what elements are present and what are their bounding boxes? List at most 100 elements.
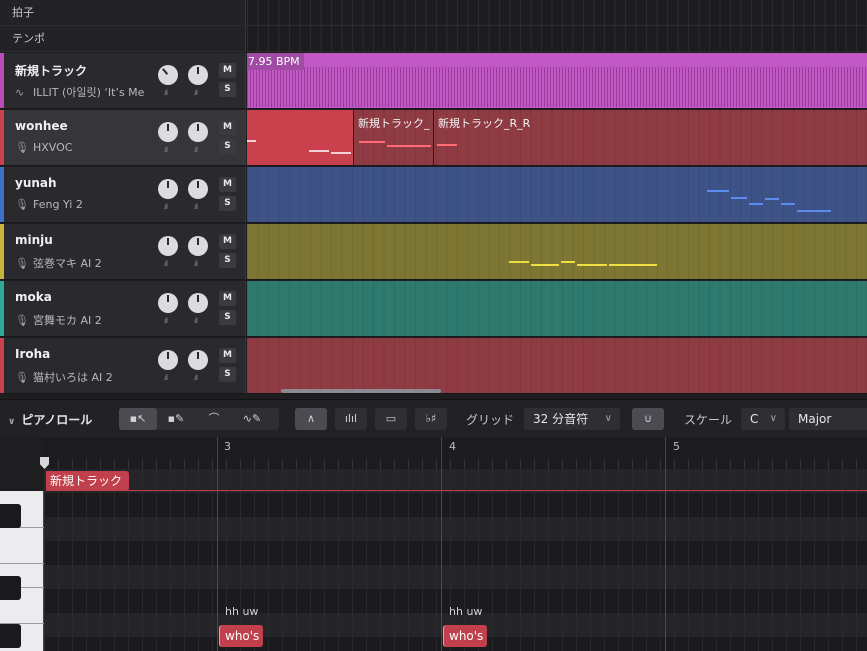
lyric-note[interactable]: who's <box>219 625 263 647</box>
note <box>749 203 763 205</box>
track-name[interactable]: 新規トラック <box>15 62 87 79</box>
bpm-label: 7.95 BPM <box>247 53 304 70</box>
note <box>531 264 559 266</box>
pan-knob[interactable] <box>188 236 208 256</box>
chevron-down-icon[interactable]: ∨ <box>8 417 15 427</box>
solo-button[interactable]: S <box>219 196 236 211</box>
lane-yunah[interactable] <box>247 167 867 223</box>
pencil-tool-icon[interactable]: ▪✎ <box>157 408 195 430</box>
track-header-3[interactable]: minju 🎙︎ 弦巻マキ AI 2 .ıll .ıll M S <box>0 224 246 280</box>
mute-button[interactable]: M <box>219 120 236 135</box>
chevron-down-icon: ∨ <box>604 413 612 424</box>
lane-minju[interactable] <box>247 224 867 280</box>
scale-key-select[interactable]: C ∨ <box>741 408 785 430</box>
note <box>609 264 657 266</box>
black-key[interactable] <box>0 576 21 600</box>
bar-line <box>665 469 666 651</box>
bar-number: 3 <box>224 440 231 453</box>
clip-selected[interactable] <box>247 110 353 165</box>
pitch-curve-icon[interactable]: ∧ <box>295 408 327 430</box>
grid-select[interactable]: 32 分音符 ∨ <box>524 408 620 430</box>
volume-knob[interactable] <box>158 236 178 256</box>
timeline-ruler[interactable]: 3 4 5 <box>44 437 867 469</box>
track-name[interactable]: minju <box>15 233 53 247</box>
note <box>437 144 457 146</box>
piano-roll-title[interactable]: ∨ ピアノロール <box>8 411 92 428</box>
horizontal-scrollbar[interactable] <box>281 389 441 393</box>
lane-wonhee[interactable]: 新規トラック_ 新規トラック_R_R <box>247 110 867 166</box>
volume-knob[interactable] <box>158 65 178 85</box>
beat-grid[interactable] <box>247 0 867 25</box>
accidental-icon[interactable]: ♭♯ <box>415 408 447 430</box>
black-key[interactable] <box>0 504 21 528</box>
mute-button[interactable]: M <box>219 348 236 363</box>
lane-moka[interactable] <box>247 281 867 337</box>
mute-button[interactable]: M <box>219 63 236 78</box>
track-header-4[interactable]: moka 🎙︎ 宮舞モカ AI 2 .ıll .ıll M S <box>0 281 246 337</box>
solo-button[interactable]: S <box>219 310 236 325</box>
bar-number: 5 <box>673 440 680 453</box>
chevron-down-icon: ∨ <box>769 413 777 424</box>
select-tool-icon[interactable]: ▪↖ <box>119 408 157 430</box>
volume-knob[interactable] <box>158 293 178 313</box>
piano-roll-title-text: ピアノロール <box>21 413 93 427</box>
track-header-0[interactable]: 新規トラック ∿ ILLIT (아일릿) ‘It’s Me .ıll .ıll M… <box>0 53 246 109</box>
phoneme-label[interactable]: hh uw <box>449 605 482 618</box>
lane-audio[interactable]: 7.95 BPM <box>247 53 867 109</box>
volume-meter: .ıll <box>163 317 168 325</box>
pan-knob[interactable] <box>188 65 208 85</box>
solo-button[interactable]: S <box>219 367 236 382</box>
window-panel-icon[interactable]: ▭ <box>375 408 407 430</box>
mute-button[interactable]: M <box>219 291 236 306</box>
track-name[interactable]: yunah <box>15 176 57 190</box>
pan-knob[interactable] <box>188 122 208 142</box>
lane-grid <box>247 167 867 222</box>
note <box>309 150 329 152</box>
track-header-5[interactable]: Iroha 🎙︎ 猫村いろは AI 2 .ıll .ıll M S <box>0 338 246 394</box>
mic-icon: 🎙︎ <box>15 257 29 270</box>
track-source-text: 弦巻マキ AI 2 <box>33 257 102 270</box>
black-key[interactable] <box>0 624 21 648</box>
waveform-view-icon[interactable]: ılıl <box>335 408 367 430</box>
volume-knob[interactable] <box>158 179 178 199</box>
pan-knob[interactable] <box>188 179 208 199</box>
pan-meter: .ıll <box>193 203 198 211</box>
clip-label: 新規トラック_ <box>358 117 430 130</box>
tempo-grid[interactable] <box>247 26 867 51</box>
piano-roll-track-label[interactable]: 新規トラック <box>46 471 130 491</box>
bar-line <box>441 469 442 651</box>
solo-button[interactable]: S <box>219 139 236 154</box>
track-name[interactable]: Iroha <box>15 347 50 361</box>
mute-button[interactable]: M <box>219 177 236 192</box>
scale-mode-select[interactable]: Major <box>789 408 867 430</box>
volume-meter: .ıll <box>163 89 168 97</box>
lyric-note[interactable]: who's <box>443 625 487 647</box>
scale-key-value: C <box>750 412 759 426</box>
pan-knob[interactable] <box>188 350 208 370</box>
beat-row: 拍子 <box>0 0 867 26</box>
phoneme-label[interactable]: hh uw <box>225 605 258 618</box>
curve-tool-icon[interactable]: ⌒ <box>195 408 233 430</box>
track-source: 🎙︎ Feng Yi 2 <box>15 198 153 211</box>
solo-button[interactable]: S <box>219 82 236 97</box>
freehand-pencil-icon[interactable]: ∿✎ <box>233 408 271 430</box>
track-source: 🎙︎ 宮舞モカ AI 2 <box>15 312 153 328</box>
pan-meter: .ıll <box>193 146 198 154</box>
mute-button[interactable]: M <box>219 234 236 249</box>
track-name[interactable]: wonhee <box>15 119 68 133</box>
track-header-1[interactable]: wonhee 🎙︎ HXVOC .ıll .ıll M S <box>0 110 246 166</box>
note <box>247 140 256 142</box>
piano-roll-grid[interactable] <box>44 469 867 651</box>
note <box>577 264 607 266</box>
track-name[interactable]: moka <box>15 290 52 304</box>
track-header-2[interactable]: yunah 🎙︎ Feng Yi 2 .ıll .ıll M S <box>0 167 246 223</box>
lane-iroha[interactable] <box>247 338 867 394</box>
pan-knob[interactable] <box>188 293 208 313</box>
solo-button[interactable]: S <box>219 253 236 268</box>
snap-magnet-icon[interactable]: ∪ <box>632 408 664 430</box>
volume-knob[interactable] <box>158 350 178 370</box>
volume-knob[interactable] <box>158 122 178 142</box>
clip-edge <box>433 110 434 165</box>
volume-meter: .ıll <box>163 203 168 211</box>
note <box>359 141 385 143</box>
